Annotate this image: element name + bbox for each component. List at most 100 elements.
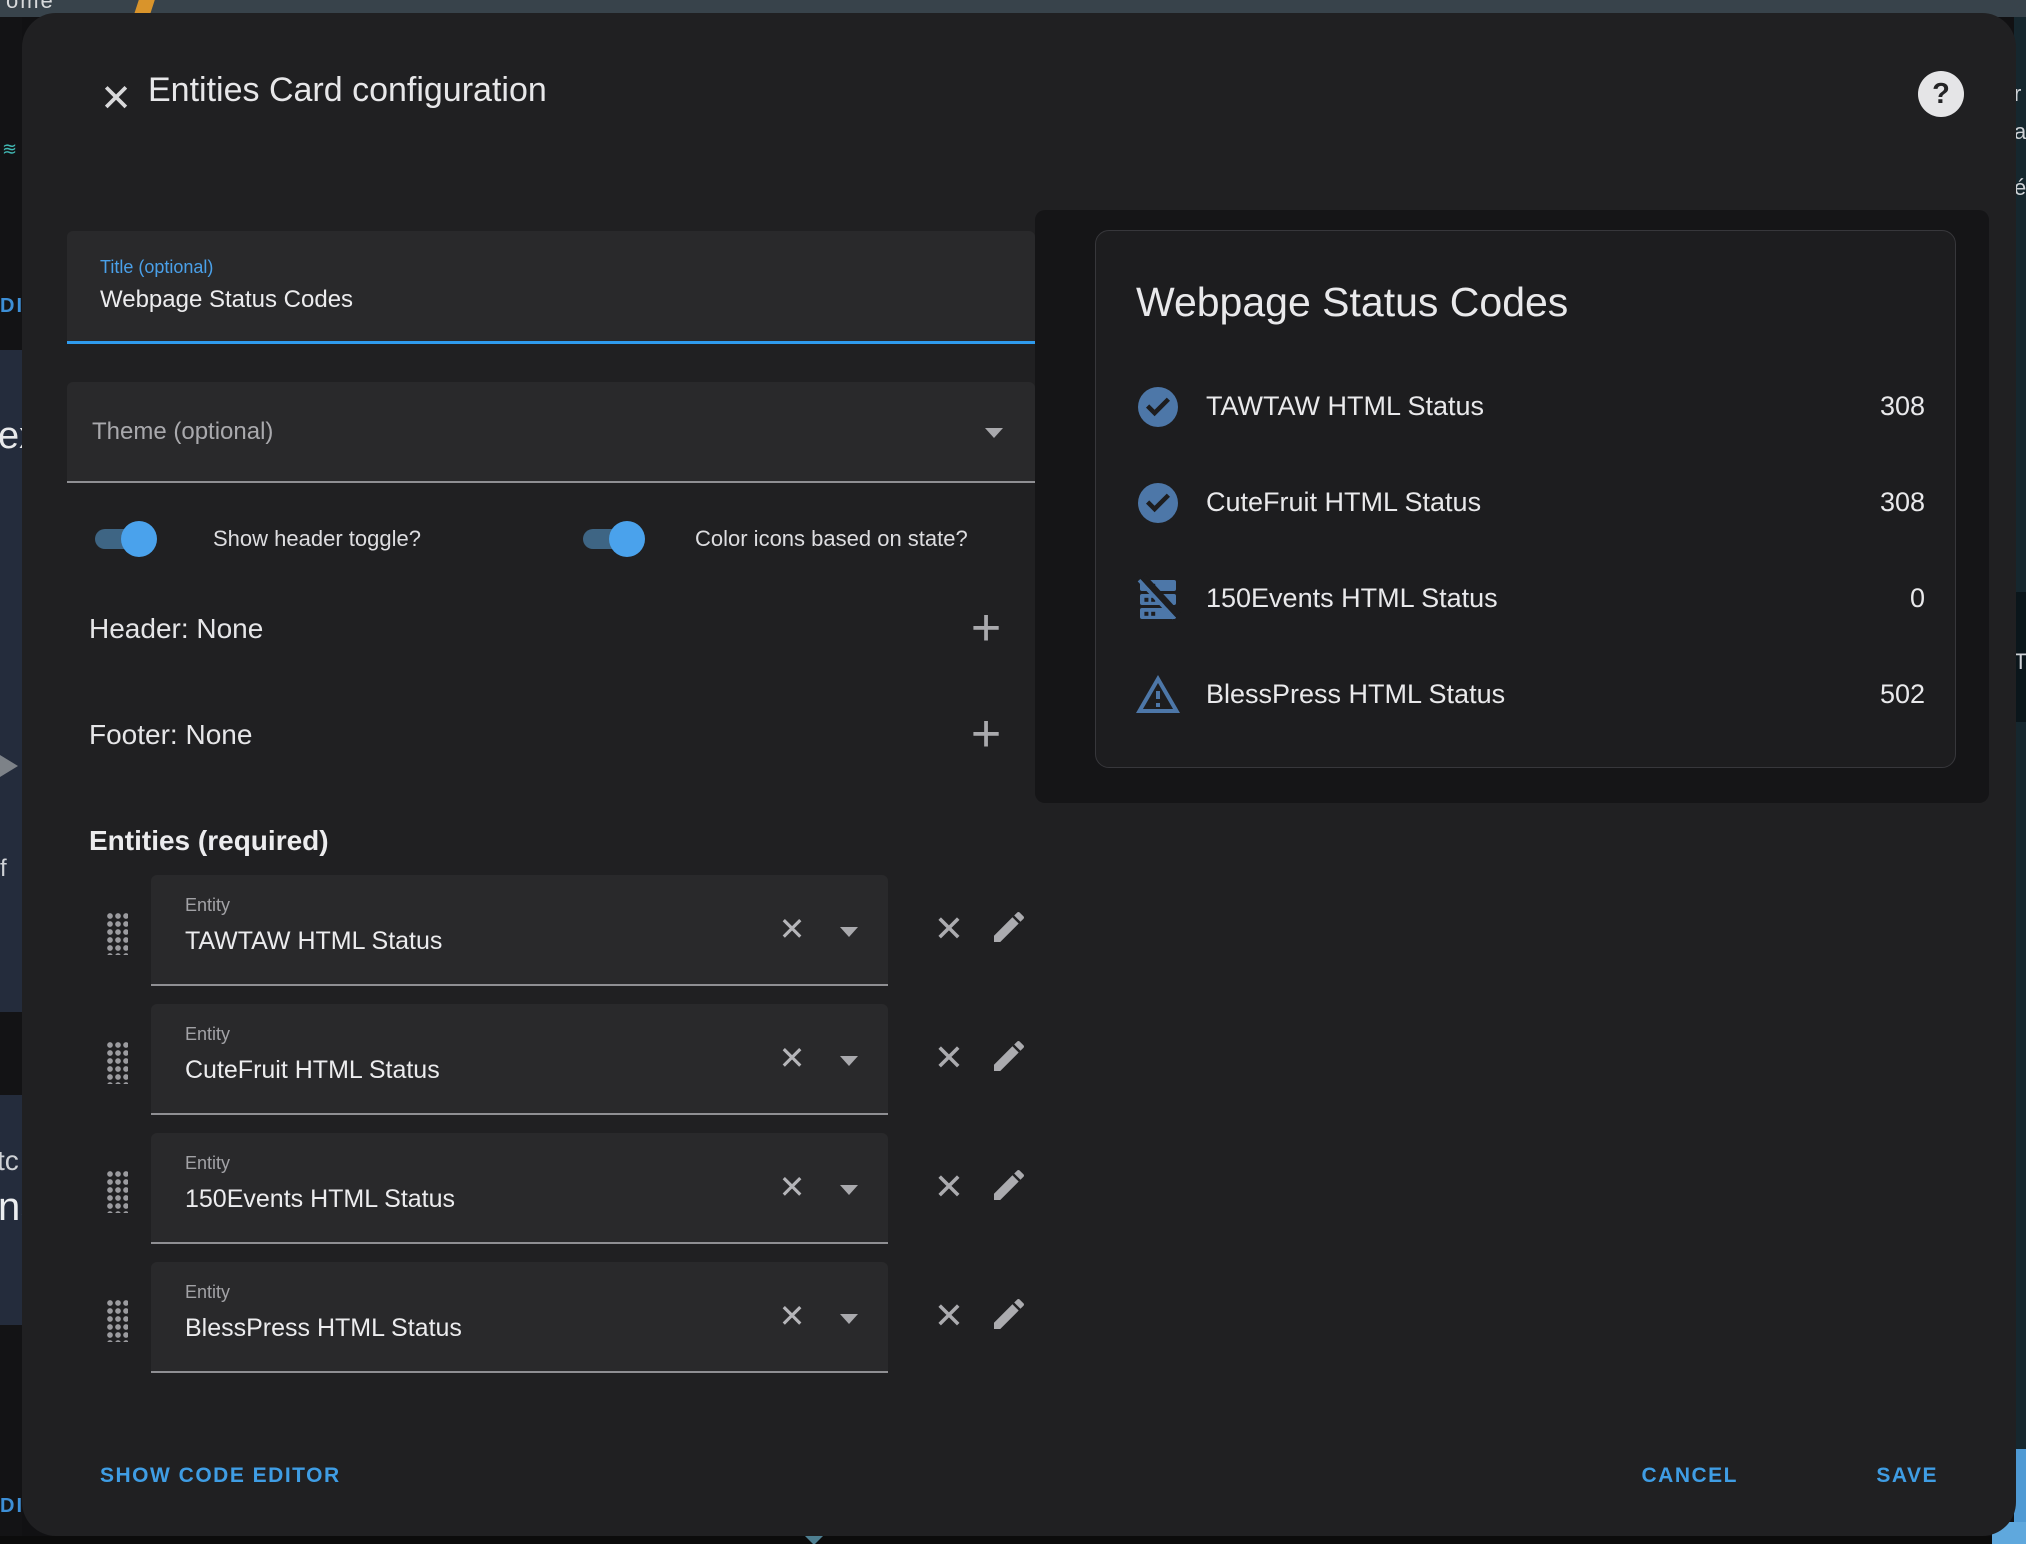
clear-icon[interactable]: ✕ (774, 1038, 810, 1078)
background-text-fragment: na (0, 1185, 22, 1229)
chevron-down-icon (985, 428, 1003, 438)
footer-row-label: Footer: None (89, 719, 253, 750)
color-icons-toggle[interactable] (579, 521, 645, 557)
clear-icon[interactable]: ✕ (774, 1167, 810, 1207)
background-text-fragment: ome (6, 0, 55, 13)
entity-input-label: Entity (185, 1153, 231, 1173)
field-underline (151, 984, 888, 986)
preview-entity-row[interactable]: BlessPress HTML Status 502 (1096, 667, 1955, 727)
entity-input[interactable]: Entity CuteFruit HTML Status ✕ (151, 1004, 888, 1115)
preview-entity-row[interactable]: 150Events HTML Status 0 (1096, 571, 1955, 631)
color-icons-toggle-label: Color icons based on state? (695, 526, 968, 551)
help-icon[interactable]: ? (1918, 71, 1964, 117)
background-shape-fragment (805, 1536, 823, 1544)
entity-input-label: Entity (185, 1024, 231, 1044)
background-text-fragment: ≋ (2, 139, 18, 159)
entities-heading: Entities (required) (89, 825, 329, 856)
check-circle-icon (1134, 383, 1182, 431)
edit-entity-icon[interactable] (989, 1294, 1033, 1338)
background-shape-fragment (0, 755, 18, 777)
title-input-label: Title (optional) (100, 257, 214, 277)
background-left-strip: ≋ DI ex f tc na DI (0, 17, 22, 1544)
drag-handle-icon[interactable] (105, 911, 128, 955)
chevron-down-icon[interactable] (840, 1056, 858, 1066)
drag-handle-icon[interactable] (105, 1040, 128, 1084)
entity-input[interactable]: Entity BlessPress HTML Status ✕ (151, 1262, 888, 1373)
entity-input-label: Entity (185, 895, 231, 915)
show-header-toggle-label: Show header toggle? (213, 526, 421, 551)
preview-entity-name: TAWTAW HTML Status (1206, 391, 1485, 421)
config-form: Title (optional) Webpage Status Codes Th… (67, 231, 1035, 1373)
chevron-down-icon[interactable] (840, 927, 858, 937)
delete-entity-icon[interactable]: ✕ (927, 907, 971, 951)
show-code-editor-button[interactable]: SHOW CODE EDITOR (100, 1464, 341, 1488)
title-input[interactable]: Title (optional) Webpage Status Codes (67, 231, 1035, 344)
footer-row: Footer: None + (67, 707, 1035, 767)
entity-input-label: Entity (185, 1282, 231, 1302)
delete-entity-icon[interactable]: ✕ (927, 1165, 971, 1209)
header-row-label: Header: None (89, 613, 264, 644)
background-bottom-strip (0, 1522, 2026, 1544)
entities-card-preview: Webpage Status Codes TAWTAW HTML Status … (1095, 230, 1956, 768)
field-underline (151, 1371, 888, 1373)
edit-entity-icon[interactable] (989, 1165, 1033, 1209)
preview-entity-row[interactable]: CuteFruit HTML Status 308 (1096, 475, 1955, 535)
edit-entity-icon[interactable] (989, 907, 1033, 951)
toggles-row: Show header toggle? Color icons based on… (67, 513, 1035, 565)
background-text-fragment: ex (0, 415, 22, 457)
entity-input[interactable]: Entity 150Events HTML Status ✕ (151, 1133, 888, 1244)
preview-entity-row[interactable]: TAWTAW HTML Status 308 (1096, 379, 1955, 439)
entities-card-config-dialog: ✕ Entities Card configuration ? Title (o… (22, 13, 2016, 1536)
save-button[interactable]: SAVE (1876, 1464, 1938, 1488)
edit-entity-icon[interactable] (989, 1036, 1033, 1080)
chevron-down-icon[interactable] (840, 1185, 858, 1195)
entity-input-value: CuteFruit HTML Status (185, 1056, 440, 1084)
entity-input-value: TAWTAW HTML Status (185, 927, 443, 955)
preview-entity-state: 308 (1879, 391, 1925, 421)
header-row: Header: None + (67, 601, 1035, 661)
preview-entity-name: BlessPress HTML Status (1206, 679, 1506, 709)
toggle-thumb (121, 521, 157, 557)
entity-input-value: BlessPress HTML Status (185, 1314, 462, 1342)
delete-entity-icon[interactable]: ✕ (927, 1036, 971, 1080)
delete-entity-icon[interactable]: ✕ (927, 1294, 971, 1338)
cancel-button[interactable]: CANCEL (1642, 1464, 1739, 1488)
field-underline (151, 1113, 888, 1115)
preview-card-title: Webpage Status Codes (1136, 279, 1569, 325)
entity-row: Entity TAWTAW HTML Status ✕ ✕ (67, 875, 1035, 986)
theme-select[interactable]: Theme (optional) (67, 382, 1035, 483)
add-header-icon[interactable]: + (962, 601, 1010, 657)
focus-underline (67, 341, 1035, 344)
server-off-icon (1134, 575, 1182, 623)
title-input-value: Webpage Status Codes (100, 286, 354, 313)
background-text-fragment: DI (0, 295, 22, 317)
entity-row: Entity CuteFruit HTML Status ✕ ✕ (67, 1004, 1035, 1115)
entity-input-value: 150Events HTML Status (185, 1185, 456, 1213)
field-underline (151, 1242, 888, 1244)
field-underline (67, 481, 1035, 483)
entity-row: Entity 150Events HTML Status ✕ ✕ (67, 1133, 1035, 1244)
entity-input[interactable]: Entity TAWTAW HTML Status ✕ (151, 875, 888, 986)
background-text-fragment: tc (0, 1145, 19, 1176)
background-text-fragment: DI (0, 1495, 22, 1517)
background-text-fragment: f (0, 855, 7, 882)
close-icon[interactable]: ✕ (94, 77, 138, 121)
preview-entity-state: 308 (1879, 487, 1925, 517)
dialog-header: ✕ Entities Card configuration ? (22, 13, 2016, 143)
drag-handle-icon[interactable] (105, 1298, 128, 1342)
show-header-toggle[interactable] (91, 521, 157, 557)
theme-select-label: Theme (optional) (92, 418, 274, 445)
preview-entity-name: 150Events HTML Status (1206, 583, 1498, 613)
check-circle-icon (1134, 479, 1182, 527)
card-preview-panel: Webpage Status Codes TAWTAW HTML Status … (1035, 210, 1989, 803)
dialog-actions: SHOW CODE EDITOR CANCEL SAVE (22, 1446, 2016, 1506)
preview-entity-name: CuteFruit HTML Status (1206, 487, 1482, 517)
chevron-down-icon[interactable] (840, 1314, 858, 1324)
clear-icon[interactable]: ✕ (774, 909, 810, 949)
add-footer-icon[interactable]: + (962, 707, 1010, 763)
alert-outline-icon (1134, 671, 1182, 719)
toggle-thumb (609, 521, 645, 557)
clear-icon[interactable]: ✕ (774, 1296, 810, 1336)
screen: ome ≋ DI ex f tc na DI r a é T ✕ Entitie… (0, 0, 2026, 1544)
drag-handle-icon[interactable] (105, 1169, 128, 1213)
